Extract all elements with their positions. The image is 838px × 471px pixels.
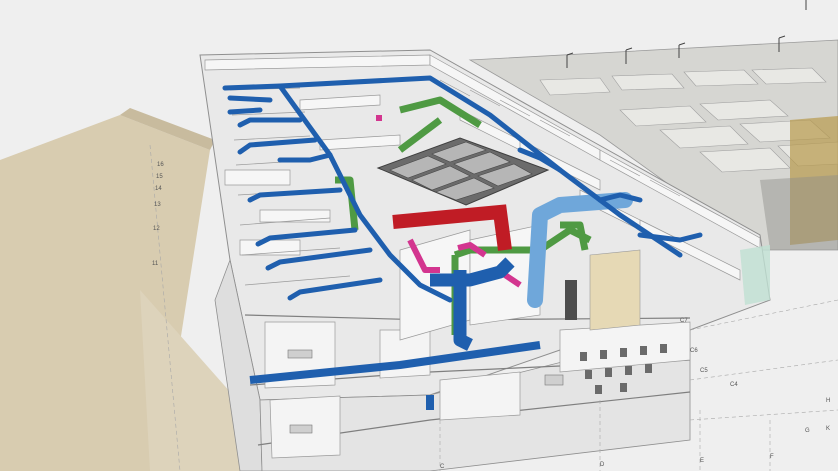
equipment-cabinet: [565, 280, 577, 320]
svg-text:13: 13: [154, 202, 161, 208]
svg-text:C4: C4: [730, 382, 738, 388]
svg-text:12: 12: [153, 226, 160, 232]
svg-text:15: 15: [156, 174, 163, 180]
svg-text:14: 14: [155, 186, 162, 192]
svg-text:H: H: [826, 398, 830, 404]
svg-text:C7: C7: [680, 318, 688, 324]
svg-text:C5: C5: [700, 368, 708, 374]
svg-text:G: G: [805, 428, 810, 434]
svg-text:F: F: [770, 454, 774, 460]
curtain-wall-glass: [740, 245, 770, 305]
svg-text:E: E: [700, 458, 704, 464]
building-model-render[interactable]: 16 15 14 13 12 11 C D E F G H K C8 C7 C6…: [0, 0, 838, 471]
svg-text:C: C: [440, 464, 445, 470]
bim-3d-viewport[interactable]: 16 15 14 13 12 11 C D E F G H K C8 C7 C6…: [0, 0, 838, 471]
svg-text:C6: C6: [690, 348, 698, 354]
svg-text:K: K: [826, 426, 830, 432]
svg-text:16: 16: [157, 162, 164, 168]
svg-text:D: D: [600, 462, 605, 468]
door-panel: [589, 249, 641, 331]
svg-text:11: 11: [152, 261, 159, 267]
